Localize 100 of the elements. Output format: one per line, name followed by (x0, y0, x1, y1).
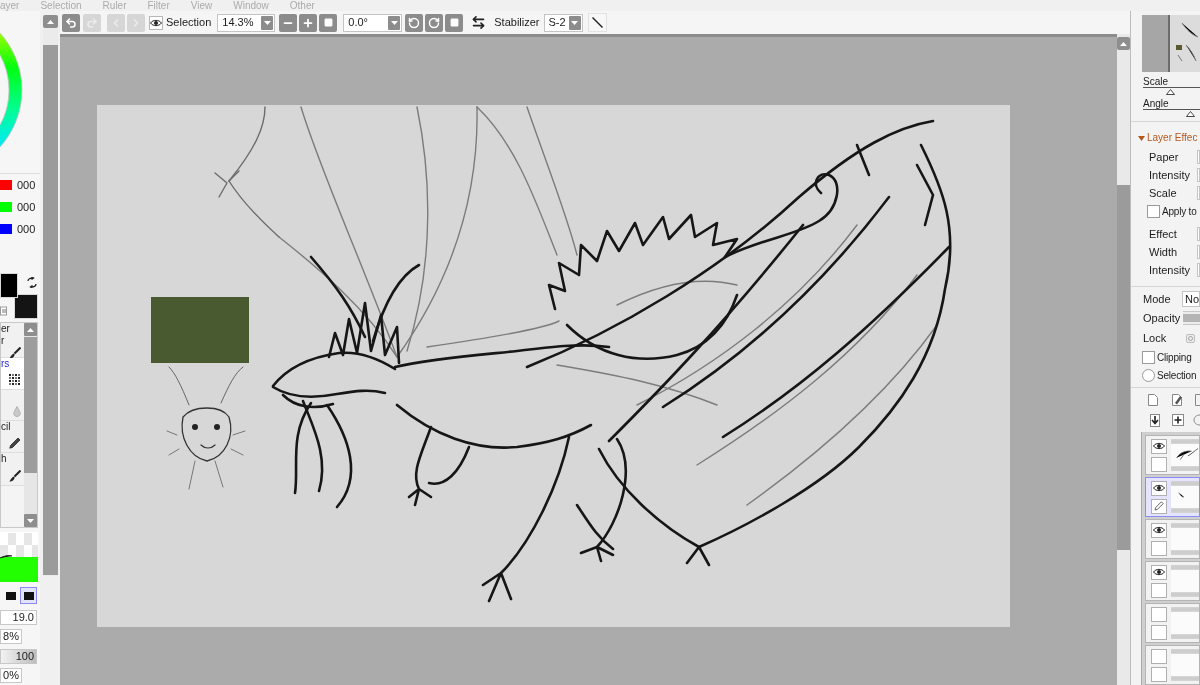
brush-setting-field[interactable]: 8% (0, 629, 22, 644)
layer-thumbnail (1171, 648, 1199, 682)
reset-colors-icon[interactable] (0, 306, 7, 316)
scroll-up-button[interactable] (1117, 37, 1130, 50)
channel-swatch-icon[interactable] (0, 224, 12, 234)
channel-swatch-icon[interactable] (0, 202, 12, 212)
tool-item[interactable]: er r (1, 323, 25, 358)
effect-label: Intensity (1149, 167, 1191, 183)
effect-field[interactable] (1197, 263, 1200, 277)
dropdown-button[interactable] (568, 15, 581, 30)
brush-icon (9, 347, 22, 359)
radio-button[interactable] (1142, 368, 1155, 382)
effect-label: Intensity (1149, 262, 1191, 278)
pencil-icon (1154, 501, 1164, 511)
rotation-reset-button[interactable] (445, 13, 464, 32)
zoom-out-button[interactable] (279, 13, 298, 32)
flip-arrows-icon[interactable] (471, 15, 487, 30)
clipping-checkbox[interactable] (1142, 351, 1155, 364)
blend-mode-dropdown[interactable]: No (1182, 291, 1200, 307)
page-icon[interactable] (1148, 394, 1158, 406)
layer-effects-header[interactable]: Layer Effec (1131, 132, 1200, 144)
rotate-left-button[interactable] (405, 13, 424, 32)
layer-edit-toggle[interactable] (1151, 624, 1167, 640)
ring-icon[interactable] (1186, 333, 1195, 343)
slider-thumb[interactable] (1165, 89, 1175, 95)
eye-icon (1153, 526, 1165, 534)
effect-field[interactable] (1197, 168, 1200, 182)
zoom-reset-button[interactable] (319, 13, 338, 32)
navigator-thumbnail[interactable] (1142, 15, 1200, 72)
eye-icon (1153, 442, 1165, 450)
visibility-toggle[interactable] (1151, 564, 1167, 580)
layer-row[interactable] (1145, 477, 1200, 517)
layer-thumbnail (1171, 438, 1199, 472)
plus-icon (302, 16, 315, 29)
visibility-toggle[interactable] (1151, 480, 1167, 496)
layer-edit-toggle[interactable] (1151, 582, 1167, 598)
square-icon (323, 18, 333, 27)
tool-item[interactable]: h (1, 453, 25, 486)
dropdown-button[interactable] (261, 15, 274, 30)
brush-setting-field[interactable]: 0% (0, 668, 22, 683)
mode-label: Mode (1143, 291, 1172, 307)
brush-shape-button[interactable] (20, 587, 37, 604)
channel-swatch-icon[interactable] (0, 180, 12, 190)
slider-label: Angle (1143, 98, 1169, 109)
diagonal-line-icon (591, 17, 603, 28)
page-pen-icon[interactable] (1172, 394, 1183, 406)
zoom-dropdown[interactable]: 14.3% (217, 13, 276, 32)
scrollbar-thumb[interactable] (1117, 185, 1130, 550)
canvas[interactable] (97, 105, 1010, 627)
page-icon[interactable] (1195, 394, 1200, 406)
selection-label: Selection (166, 15, 212, 31)
brush-density-slider[interactable]: 100 (0, 649, 37, 664)
eye-icon (1153, 484, 1165, 492)
color-swatch-icon[interactable] (0, 273, 18, 298)
brush-setting-field[interactable]: 19.0 (0, 610, 37, 625)
caret-down-icon (27, 518, 35, 523)
scroll-up-button[interactable] (43, 15, 58, 28)
undo-button[interactable] (62, 13, 80, 32)
visibility-toggle[interactable] (1151, 648, 1167, 664)
rotate-right-button[interactable] (425, 13, 444, 32)
effect-label: Paper (1149, 149, 1180, 165)
effect-field[interactable] (1197, 150, 1200, 164)
dotted-grid-icon (9, 374, 22, 386)
visibility-toggle[interactable] (1151, 606, 1167, 622)
visibility-toggle[interactable] (1151, 438, 1167, 454)
slider-thumb[interactable] (1185, 111, 1195, 117)
rotation-dropdown[interactable]: 0.0° (343, 13, 403, 32)
layer-edit-toggle[interactable] (1151, 666, 1167, 682)
effect-field[interactable] (1197, 245, 1200, 259)
navigator-slider[interactable] (1143, 87, 1200, 95)
color-wheel[interactable] (0, 33, 23, 149)
effect-label: Scale (1149, 185, 1178, 201)
tool-item[interactable]: rs (1, 358, 25, 390)
stabilizer-dropdown[interactable]: S-2 (543, 13, 583, 32)
caret-down-icon (390, 20, 398, 25)
scroll-up-button[interactable] (24, 323, 37, 336)
visibility-toggle[interactable] (1151, 522, 1167, 538)
effect-field[interactable] (1197, 186, 1200, 200)
tool-item[interactable]: cil (1, 421, 25, 453)
checkbox[interactable] (1147, 204, 1160, 218)
dropdown-button[interactable] (388, 15, 401, 30)
zoom-in-button[interactable] (299, 13, 318, 32)
page-arrow-icon[interactable] (1150, 413, 1160, 427)
scroll-down-button[interactable] (24, 514, 37, 527)
line-tool-button[interactable] (587, 13, 607, 32)
layer-edit-toggle[interactable] (1151, 498, 1167, 514)
layer-edit-toggle[interactable] (1151, 456, 1167, 472)
caret-up-icon (47, 19, 54, 24)
brush-icon (9, 470, 22, 482)
triangle-down-icon (1138, 134, 1145, 142)
show-selection-button[interactable] (149, 15, 163, 30)
layer-row[interactable] (1145, 435, 1200, 475)
swap-arrows-icon[interactable] (27, 277, 37, 288)
color-swatch-icon[interactable] (14, 294, 38, 319)
layer-edit-toggle[interactable] (1151, 540, 1167, 556)
plus-icon[interactable] (1172, 414, 1184, 426)
navigator-slider[interactable] (1143, 109, 1200, 117)
scrollbar-thumb[interactable] (24, 337, 37, 473)
effect-field[interactable] (1197, 227, 1200, 241)
checkbox-label: Clipping (1157, 351, 1192, 365)
